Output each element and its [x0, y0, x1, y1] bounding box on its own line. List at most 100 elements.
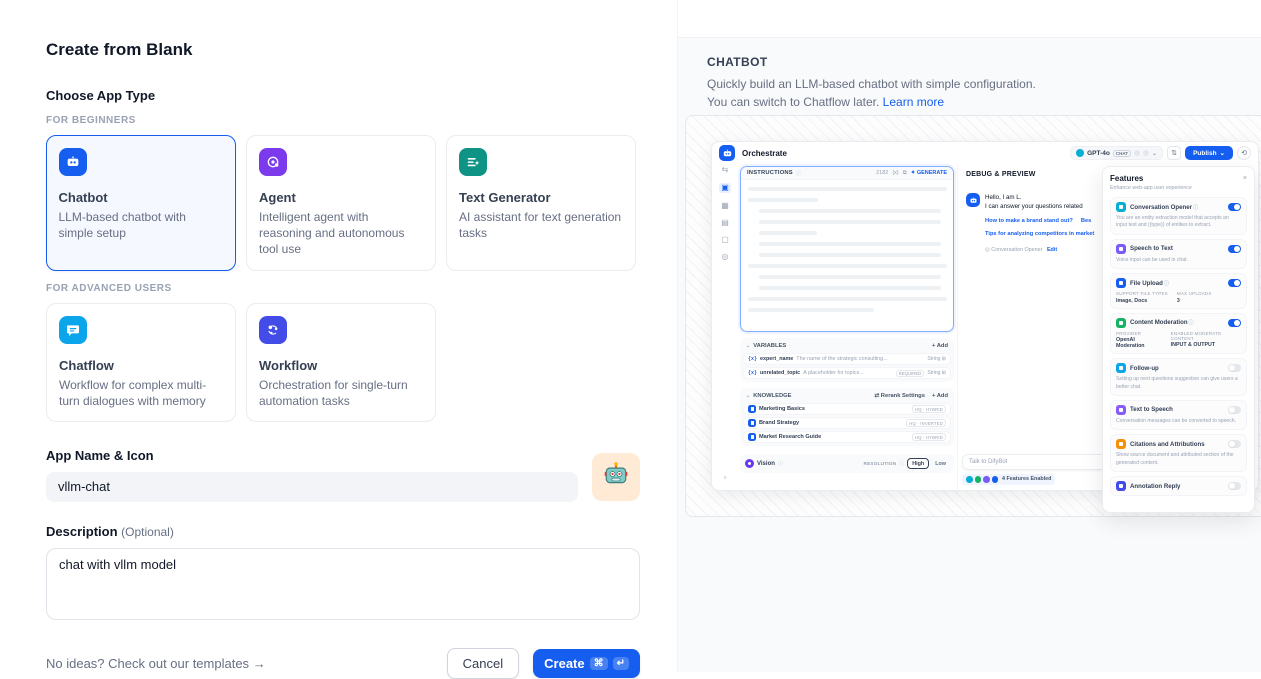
sidebar-settings-icon: ◎	[722, 253, 729, 261]
copy-icon: ⧉	[903, 170, 907, 177]
chevron-down-icon: ⌄	[746, 343, 750, 349]
app-type-card-text-generator[interactable]: Text Generator AI assistant for text gen…	[446, 135, 636, 271]
add-variable-button: + Add	[932, 343, 948, 349]
app-name-section: App Name & Icon	[46, 448, 640, 502]
chevron-down-icon: ⌄	[746, 393, 750, 399]
dialog-footer: No ideas? Check out our templates → Canc…	[46, 648, 640, 679]
vision-icon	[745, 459, 754, 468]
feature-item: Conversation Openerⓘ You are an entity e…	[1110, 197, 1247, 235]
app-type-card-chatbot[interactable]: Chatbot LLM-based chatbot with simple se…	[46, 135, 236, 271]
app-type-title: Workflow	[259, 358, 423, 373]
info-icon: ⓘ	[899, 460, 904, 467]
app-type-desc: Orchestration for single-turn automation…	[259, 377, 423, 409]
info-icon: ⓘ	[1193, 205, 1198, 211]
citations-icon	[1116, 439, 1126, 449]
learn-more-link[interactable]: Learn more	[883, 95, 944, 109]
create-button[interactable]: Create ⌘ ↵	[533, 649, 640, 678]
description-textarea[interactable]: chat with vllm model	[46, 548, 640, 620]
orchestrate-title: Orchestrate	[742, 149, 787, 158]
variable-icon: {x}	[892, 170, 898, 176]
app-type-title: Agent	[259, 190, 423, 205]
orchestrate-config-column: INSTRUCTIONS ⓘ 2182 {x} ⧉ ✦ GENERATE	[740, 166, 954, 473]
history-icon: ⟲	[1237, 146, 1251, 160]
arrow-right-icon: →	[253, 656, 266, 671]
instructions-skeleton-text	[741, 187, 953, 312]
feature-item: Speech to Text Voice input can be used i…	[1110, 239, 1247, 269]
feature-dot-icon	[992, 476, 999, 483]
variables-title: VARIABLES	[753, 343, 786, 349]
app-type-card-workflow[interactable]: Workflow Orchestration for single-turn a…	[246, 303, 436, 422]
conversation-opener-note: ◎ Conversation Opener Edit	[985, 246, 1094, 254]
generate-button: ✦ GENERATE	[911, 170, 947, 176]
model-selector: GPT-4o CHAT ⌄	[1070, 146, 1163, 160]
feature-dot-icon	[975, 476, 982, 483]
preview-description: Quickly build an LLM-based chatbot with …	[707, 75, 1055, 111]
resolution-low-button: Low	[932, 459, 949, 468]
app-type-desc: LLM-based chatbot with simple setup	[59, 209, 224, 241]
feature-item: Citations and Attributions Show source d…	[1110, 434, 1247, 472]
add-knowledge-button: + Add	[932, 393, 948, 399]
advanced-group-label: FOR ADVANCED USERS	[46, 283, 639, 294]
variable-icon: {x}	[748, 356, 757, 362]
app-type-desc: Workflow for complex multi-turn dialogue…	[59, 377, 223, 409]
feature-toggle	[1228, 482, 1241, 490]
features-enabled-badge: 4 Features Enabled	[962, 474, 1055, 486]
text-to-speech-icon	[1116, 405, 1126, 415]
knowledge-title: KNOWLEDGE	[753, 393, 791, 399]
feature-toggle	[1228, 364, 1241, 372]
required-badge: REQUIRED	[896, 370, 925, 377]
variables-panel: ⌄ VARIABLES + Add {x} expert_name The na…	[740, 338, 954, 382]
templates-link[interactable]: No ideas? Check out our templates →	[46, 656, 266, 671]
orchestrate-sidebar: ⇆ ▣ ▦ ▤ ▢ ◎ ▫	[712, 164, 738, 490]
edit-link: Edit	[1047, 247, 1057, 253]
document-icon	[748, 405, 756, 413]
variable-row: {x} unrelated_topic A placeholder for to…	[743, 367, 951, 379]
sidebar-docs-icon: ▢	[721, 236, 729, 244]
sidebar-orchestrate-icon: ▣	[719, 183, 731, 193]
retrieval-badge: HQ · HYBRID	[912, 405, 946, 413]
description-optional-label: (Optional)	[121, 525, 174, 539]
create-from-blank-dialog: Create from Blank Choose App Type FOR BE…	[0, 0, 678, 672]
char-count: 2182	[876, 170, 888, 176]
feature-toggle	[1228, 203, 1241, 211]
feature-toggle	[1228, 245, 1241, 253]
enter-key-icon: ↵	[613, 657, 629, 670]
cancel-button[interactable]: Cancel	[447, 648, 519, 679]
suggestion-link: Tips for analyzing competitors in market	[985, 230, 1094, 239]
knowledge-row: Brand Strategy HQ · INVERTED	[743, 417, 951, 429]
feature-item: Text to Speech Conversation messages can…	[1110, 400, 1247, 430]
collapse-icon: ⇆	[722, 166, 729, 174]
sidebar-logs-icon: ▤	[721, 219, 729, 227]
instructions-title: INSTRUCTIONS	[747, 170, 793, 176]
description-label: Description (Optional)	[46, 524, 640, 539]
model-name: GPT-4o	[1087, 150, 1110, 157]
variable-row: {x} expert_name The name of the strategi…	[743, 353, 951, 365]
robot-icon	[603, 461, 629, 492]
app-type-card-chatflow[interactable]: Chatflow Workflow for complex multi-turn…	[46, 303, 236, 422]
sidebar-image-icon: ▦	[721, 202, 729, 210]
beginner-app-type-cards: Chatbot LLM-based chatbot with simple se…	[46, 135, 639, 271]
content-moderation-icon	[1116, 318, 1126, 328]
feature-item: File Uploadⓘ SUPPORT FILE TYPESImage, Do…	[1110, 273, 1247, 309]
features-panel: Features × Enhance web-app user experien…	[1102, 166, 1255, 513]
file-upload-icon	[1116, 278, 1126, 288]
feature-dot-icon	[983, 476, 990, 483]
workflow-icon	[259, 316, 287, 344]
info-icon: ⓘ	[1164, 281, 1169, 287]
model-provider-icon	[1076, 149, 1084, 157]
bot-avatar	[966, 193, 980, 207]
app-name-input[interactable]	[46, 472, 578, 502]
app-type-title: Text Generator	[459, 190, 623, 205]
cmd-key-icon: ⌘	[590, 657, 608, 670]
variable-icon: {x}	[748, 370, 757, 376]
feature-toggle	[1228, 279, 1241, 287]
app-type-card-agent[interactable]: Agent Intelligent agent with reasoning a…	[246, 135, 436, 271]
knowledge-row: Marketing Basics HQ · HYBRID	[743, 403, 951, 415]
description-section: Description (Optional) chat with vllm mo…	[46, 524, 640, 620]
model-settings-icon: ⇅	[1167, 146, 1181, 160]
app-logo-icon	[719, 145, 735, 161]
preview-heading: CHATBOT	[707, 55, 1233, 69]
resolution-high-button: High	[907, 458, 929, 469]
beginners-group-label: FOR BEGINNERS	[46, 115, 639, 126]
app-icon-picker[interactable]	[592, 453, 640, 501]
